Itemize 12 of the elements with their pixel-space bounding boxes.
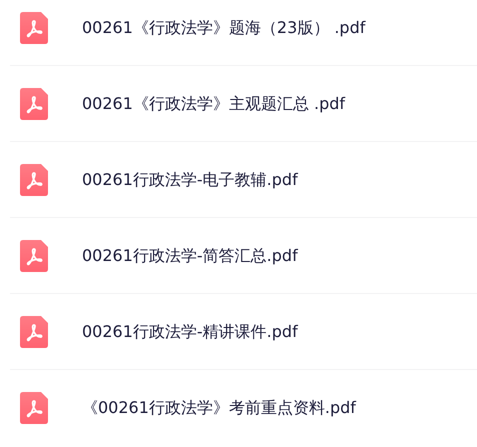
pdf-file-icon bbox=[20, 164, 48, 196]
file-name[interactable]: 00261行政法学-精讲课件.pdf bbox=[82, 320, 298, 344]
file-name[interactable]: 00261《行政法学》主观题汇总 .pdf bbox=[82, 92, 346, 116]
pdf-file-icon bbox=[20, 316, 48, 348]
file-name[interactable]: 00261《行政法学》题海（23版） .pdf bbox=[82, 16, 366, 40]
file-name[interactable]: 00261行政法学-简答汇总.pdf bbox=[82, 244, 298, 268]
pdf-file-icon bbox=[20, 12, 48, 44]
pdf-file-icon bbox=[20, 240, 48, 272]
file-name[interactable]: 《00261行政法学》考前重点资料.pdf bbox=[82, 396, 356, 420]
file-name[interactable]: 00261行政法学-电子教辅.pdf bbox=[82, 168, 298, 192]
pdf-file-icon bbox=[20, 392, 48, 424]
pdf-file-icon bbox=[20, 88, 48, 120]
